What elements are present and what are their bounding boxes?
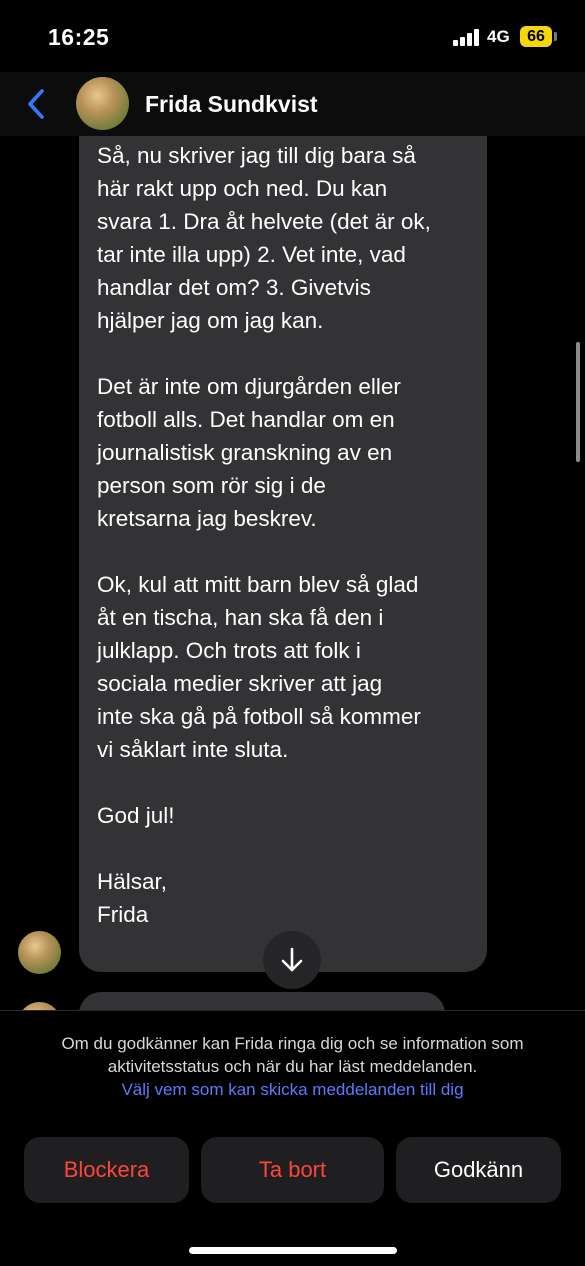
battery-icon: 66 bbox=[520, 26, 552, 47]
avatar[interactable] bbox=[76, 77, 129, 130]
avatar[interactable] bbox=[18, 1002, 61, 1010]
status-bar: 16:25 4G 66 bbox=[0, 0, 585, 72]
scrollbar[interactable] bbox=[576, 342, 580, 462]
message-bubble[interactable] bbox=[79, 992, 445, 1010]
privacy-settings-link[interactable]: Välj vem som kan skicka meddelanden till… bbox=[20, 1078, 565, 1101]
scroll-down-button[interactable] bbox=[263, 931, 321, 989]
message-paragraph: Ok, kul att mitt barn blev så glad åt en… bbox=[97, 572, 421, 762]
accept-button[interactable]: Godkänn bbox=[396, 1137, 561, 1203]
home-indicator[interactable] bbox=[189, 1247, 397, 1254]
message-paragraph: Det är inte om djurgården eller fotboll … bbox=[97, 374, 401, 531]
message-paragraph: Så, nu skriver jag till dig bara så här … bbox=[97, 143, 431, 333]
message-paragraph: God jul! bbox=[97, 803, 175, 828]
chevron-left-icon[interactable] bbox=[22, 86, 50, 122]
message-text: Så, nu skriver jag till dig bara så här … bbox=[97, 139, 475, 931]
message-paragraph: Hälsar, Frida bbox=[97, 869, 168, 927]
chat-header: Frida Sundkvist bbox=[0, 72, 585, 136]
avatar[interactable] bbox=[18, 931, 61, 974]
block-button[interactable]: Blockera bbox=[24, 1137, 189, 1203]
status-time: 16:25 bbox=[48, 24, 110, 50]
message-request-panel: Om du godkänner kan Frida ringa dig och … bbox=[0, 1010, 585, 1266]
battery-cap bbox=[554, 32, 557, 41]
message-bubble[interactable]: Så, nu skriver jag till dig bara så här … bbox=[79, 136, 487, 972]
network-type: 4G bbox=[487, 27, 510, 46]
message-list[interactable]: Så, nu skriver jag till dig bara så här … bbox=[0, 136, 585, 1010]
arrow-down-icon bbox=[281, 947, 303, 972]
request-info-text: Om du godkänner kan Frida ringa dig och … bbox=[61, 1034, 524, 1076]
contact-name[interactable]: Frida Sundkvist bbox=[145, 91, 318, 118]
delete-button[interactable]: Ta bort bbox=[201, 1137, 384, 1203]
signal-bars-icon bbox=[453, 29, 481, 46]
